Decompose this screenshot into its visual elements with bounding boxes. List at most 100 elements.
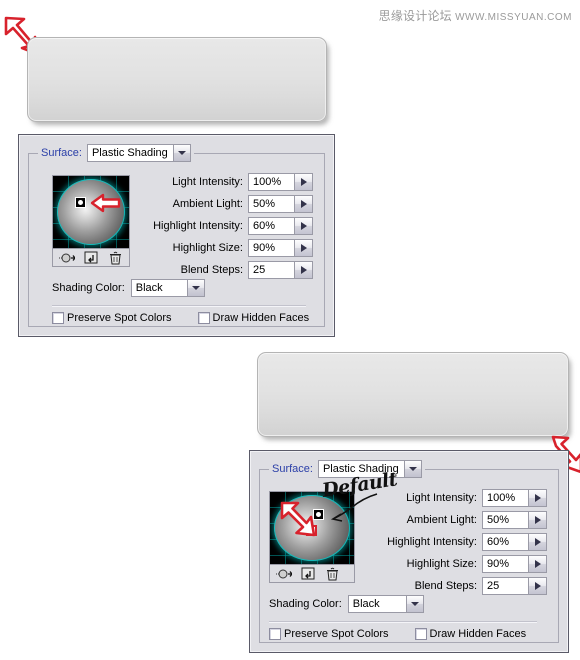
param-spinbox-light-intensity-two[interactable]: 100% <box>482 489 547 507</box>
param-spinbox-ambient-light-two[interactable]: 50% <box>482 511 547 529</box>
red-arrow-down-right-icon <box>280 501 316 537</box>
chevron-right-icon <box>534 516 541 524</box>
checkbox-row-one: Preserve Spot Colors Draw Hidden Faces <box>52 312 309 324</box>
chevron-right-icon <box>300 200 307 208</box>
param-stepper-light-intensity-two[interactable] <box>528 489 547 507</box>
shading-color-combobox-one[interactable]: Black <box>130 279 205 297</box>
param-spinbox-highlight-intensity-two[interactable]: 60% <box>482 533 547 551</box>
param-value-highlight-intensity-two[interactable]: 60% <box>482 533 528 551</box>
checkbox-label-draw-hidden-faces-two: Draw Hidden Faces <box>429 628 527 640</box>
light-source-icon[interactable] <box>276 567 293 581</box>
param-value-light-intensity-two[interactable]: 100% <box>482 489 528 507</box>
preview-canvas-one[interactable] <box>53 176 129 248</box>
param-value-blend-steps-two[interactable]: 25 <box>482 577 528 595</box>
param-row-highlight-size-two: Highlight Size: 90% <box>367 555 547 573</box>
checkbox-box-preserve-spot-colors-two[interactable] <box>269 628 281 640</box>
chevron-down-icon <box>177 151 186 155</box>
parameter-list-two: Light Intensity: 100% Ambient Light: 50% <box>367 489 547 599</box>
param-stepper-ambient-light-one[interactable] <box>294 195 313 213</box>
param-stepper-blend-steps-one[interactable] <box>294 261 313 279</box>
param-spinbox-light-intensity-one[interactable]: 100% <box>248 173 313 191</box>
param-row-ambient-light-two: Ambient Light: 50% <box>367 511 547 529</box>
rounded-button-bottom[interactable] <box>257 352 569 437</box>
surface-combobox-one[interactable]: Plastic Shading <box>86 144 191 162</box>
checkbox-row-two: Preserve Spot Colors Draw Hidden Faces <box>269 628 526 640</box>
param-value-highlight-size-one[interactable]: 90% <box>248 239 294 257</box>
surface-label-one: Surface: <box>41 147 82 159</box>
param-value-ambient-light-two[interactable]: 50% <box>482 511 528 529</box>
param-stepper-ambient-light-two[interactable] <box>528 511 547 529</box>
param-value-light-intensity-one[interactable]: 100% <box>248 173 294 191</box>
param-spinbox-highlight-size-one[interactable]: 90% <box>248 239 313 257</box>
shading-color-row-two: Shading Color: Black <box>269 595 424 613</box>
checkbox-box-draw-hidden-faces-two[interactable] <box>414 628 427 640</box>
param-stepper-highlight-size-two[interactable] <box>528 555 547 573</box>
surface-settings-panel-two: Surface: Plastic Shading Default Light I… <box>249 450 569 653</box>
param-stepper-highlight-size-one[interactable] <box>294 239 313 257</box>
checkbox-preserve-spot-colors-two[interactable]: Preserve Spot Colors <box>269 628 389 640</box>
param-spinbox-highlight-size-two[interactable]: 90% <box>482 555 547 573</box>
param-label-light-intensity-one: Light Intensity: <box>172 176 243 188</box>
parameter-list-one: Light Intensity: 100% Ambient Light: 50% <box>138 173 313 283</box>
red-arrow-left-icon <box>90 193 121 213</box>
param-spinbox-highlight-intensity-one[interactable]: 60% <box>248 217 313 235</box>
param-label-blend-steps-two: Blend Steps: <box>414 580 477 592</box>
checkbox-box-draw-hidden-faces-one[interactable] <box>197 312 210 324</box>
checkbox-draw-hidden-faces-one[interactable]: Draw Hidden Faces <box>197 312 309 324</box>
panel-one-separator <box>52 305 306 307</box>
param-value-highlight-intensity-one[interactable]: 60% <box>248 217 294 235</box>
shading-color-combobox-arrow-two[interactable] <box>405 595 424 613</box>
checkbox-label-preserve-spot-colors-two: Preserve Spot Colors <box>284 628 389 640</box>
param-spinbox-blend-steps-one[interactable]: 25 <box>248 261 313 279</box>
param-spinbox-ambient-light-one[interactable]: 50% <box>248 195 313 213</box>
new-light-icon[interactable] <box>84 251 100 265</box>
checkbox-preserve-spot-colors-one[interactable]: Preserve Spot Colors <box>52 312 172 324</box>
param-label-ambient-light-one: Ambient Light: <box>172 198 243 210</box>
light-preview-one[interactable] <box>52 175 130 267</box>
default-annotation-pointer <box>330 493 378 522</box>
param-row-ambient-light-one: Ambient Light: 50% <box>138 195 313 213</box>
trash-icon[interactable] <box>109 251 125 265</box>
param-row-light-intensity-two: Light Intensity: 100% <box>367 489 547 507</box>
param-row-blend-steps-one: Blend Steps: 25 <box>138 261 313 279</box>
light-source-icon[interactable] <box>59 251 76 265</box>
param-row-blend-steps-two: Blend Steps: 25 <box>367 577 547 595</box>
surface-settings-panel-one: Surface: Plastic Shading Light Intensity… <box>18 134 335 337</box>
panel-two-inner: Surface: Plastic Shading Default Light I… <box>257 458 561 645</box>
param-row-highlight-intensity-two: Highlight Intensity: 60% <box>367 533 547 551</box>
param-stepper-highlight-intensity-two[interactable] <box>528 533 547 551</box>
shading-color-combobox-two[interactable]: Black <box>347 595 424 613</box>
light-position-marker-one[interactable] <box>75 197 86 208</box>
surface-combobox-arrow-two[interactable] <box>403 460 422 478</box>
param-stepper-highlight-intensity-one[interactable] <box>294 217 313 235</box>
param-value-blend-steps-one[interactable]: 25 <box>248 261 294 279</box>
watermark-cn: 思缘设计论坛 <box>378 9 452 23</box>
shading-color-label-one: Shading Color: <box>52 282 125 294</box>
shading-color-combobox-arrow-one[interactable] <box>186 279 205 297</box>
param-label-highlight-size-two: Highlight Size: <box>406 558 477 570</box>
chevron-right-icon <box>300 222 307 230</box>
shading-color-value-one: Black <box>130 279 187 297</box>
param-label-light-intensity-two: Light Intensity: <box>406 492 477 504</box>
chevron-right-icon <box>300 178 307 186</box>
param-stepper-blend-steps-two[interactable] <box>528 577 547 595</box>
new-light-icon[interactable] <box>301 567 317 581</box>
param-value-highlight-size-two[interactable]: 90% <box>482 555 528 573</box>
checkbox-draw-hidden-faces-two[interactable]: Draw Hidden Faces <box>414 628 527 640</box>
param-row-highlight-intensity-one: Highlight Intensity: 60% <box>138 217 313 235</box>
checkbox-label-preserve-spot-colors-one: Preserve Spot Colors <box>67 312 172 324</box>
param-row-highlight-size-one: Highlight Size: 90% <box>138 239 313 257</box>
preview-toolbar-two <box>270 564 354 582</box>
param-value-ambient-light-one[interactable]: 50% <box>248 195 294 213</box>
param-stepper-light-intensity-one[interactable] <box>294 173 313 191</box>
checkbox-box-preserve-spot-colors-one[interactable] <box>52 312 64 324</box>
trash-icon[interactable] <box>326 567 342 581</box>
param-row-light-intensity-one: Light Intensity: 100% <box>138 173 313 191</box>
chevron-right-icon <box>534 582 541 590</box>
param-spinbox-blend-steps-two[interactable]: 25 <box>482 577 547 595</box>
preview-toolbar-one <box>53 248 129 266</box>
rounded-button-top[interactable] <box>27 37 327 122</box>
surface-combobox-arrow-one[interactable] <box>172 144 191 162</box>
chevron-right-icon <box>534 538 541 546</box>
watermark: 思缘设计论坛 WWW.MISSYUAN.COM <box>379 7 572 24</box>
